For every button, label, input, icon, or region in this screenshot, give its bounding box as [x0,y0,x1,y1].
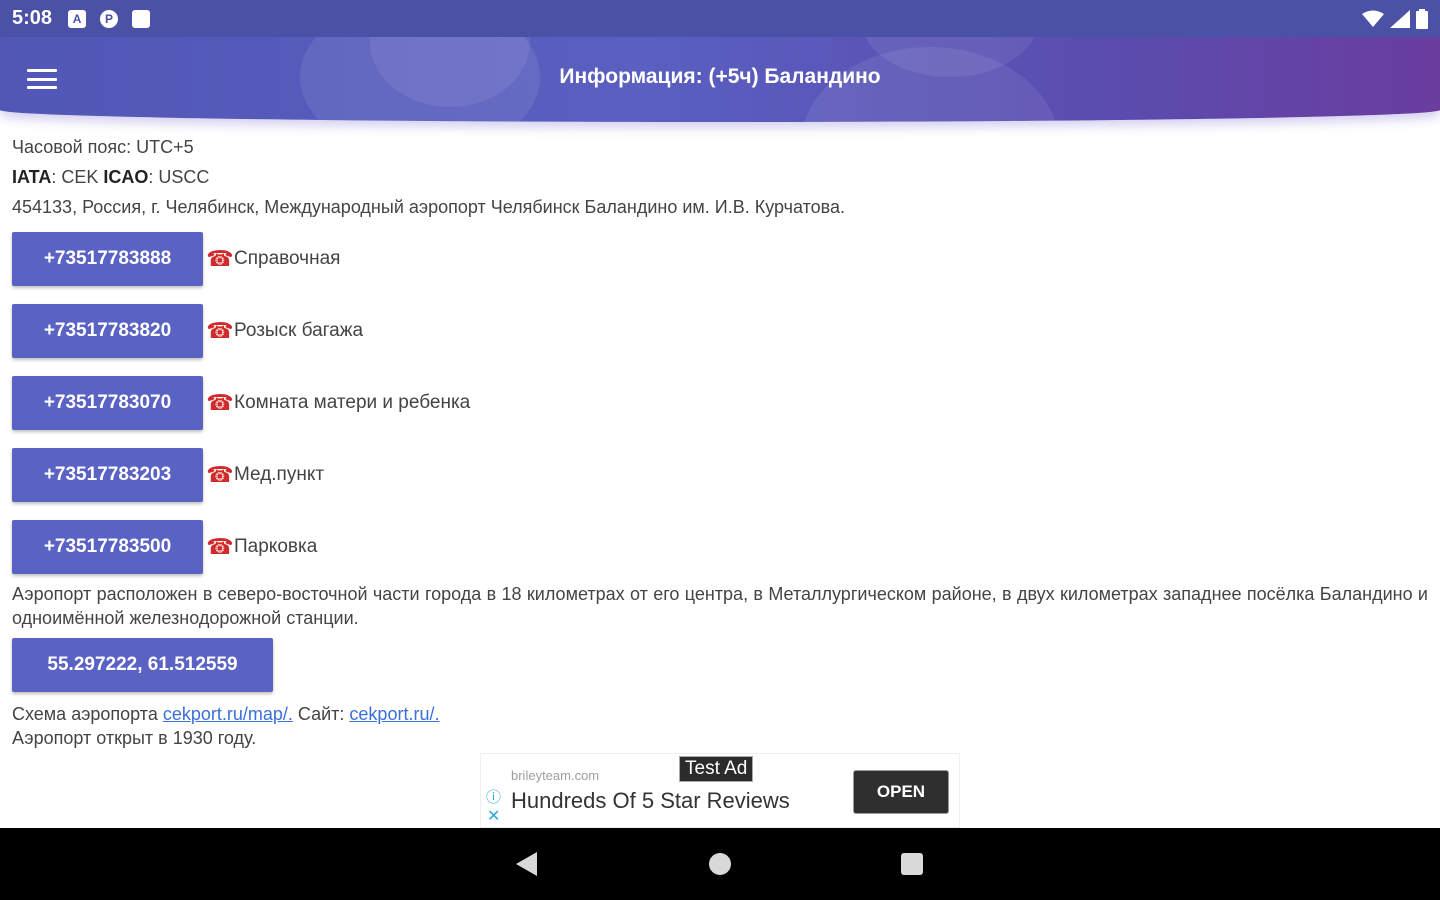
site-prefix: Сайт: [292,704,350,724]
ad-info-icon[interactable]: ⓘ [486,786,501,807]
ad-headline: Hundreds Of 5 Star Reviews [511,788,790,813]
phone-button-mother-child[interactable]: +73517783070 [12,376,203,430]
page-title: Информация: (+5ч) Баландино [559,65,881,88]
phone-button-medical[interactable]: +73517783203 [12,448,203,502]
icao-label: ICAO [103,167,149,187]
iata-label: IATA [12,167,52,187]
ad-domain: brileyteam.com [511,768,600,783]
telephone-icon: ☎ [206,246,234,271]
iata-value: : CEK [51,167,104,187]
test-ad-badge: Test Ad [679,756,754,782]
site-link[interactable]: cekport.ru/. [349,704,439,724]
telephone-icon: ☎ [206,534,234,559]
home-icon[interactable] [709,853,731,875]
sd-card-icon [132,9,151,28]
telephone-icon: ☎ [206,390,234,415]
ad-open-button[interactable]: OPEN [853,770,949,814]
ad-close-icon[interactable]: ✕ [487,806,500,826]
airport-info: Часовой пояс: UTC+5 IATA: CEK ICAO: USCC… [12,132,1428,750]
ad-banner[interactable]: brileyteam.com Test Ad ⓘ ✕ Hundreds Of 5… [480,753,960,828]
scheme-prefix: Схема аэропорта [12,704,163,724]
phone-button-baggage[interactable]: +73517783820 [12,304,203,358]
telephone-icon: ☎ [206,318,234,343]
telephone-icon: ☎ [206,462,234,487]
phone-label: Парковка [234,536,318,557]
notification-a-icon: A [68,9,87,28]
notification-p-icon: P [100,9,119,28]
battery-icon [1416,8,1428,29]
phone-button-info[interactable]: +73517783888 [12,232,203,286]
status-right-icons [1362,8,1428,29]
links-block: Схема аэропорта cekport.ru/map/. Сайт: c… [12,702,1428,750]
icao-value: : USCC [148,167,210,187]
app-bar: Информация: (+5ч) Баландино [0,37,1440,122]
airport-description: Аэропорт расположен в северо-восточной ч… [12,584,1428,628]
status-bar: 5:08 A P [0,0,1440,37]
recent-apps-icon[interactable] [901,853,923,875]
phone-row: +73517783070 ☎ Комната матери и ребенка [12,376,1428,430]
phone-row: +73517783500 ☎ Парковка [12,520,1428,574]
phone-label: Справочная [234,248,341,269]
phone-button-parking[interactable]: +73517783500 [12,520,203,574]
wifi-icon [1362,10,1384,27]
navigation-bar [0,828,1440,900]
opened-text: Аэропорт открыт в 1930 году. [12,728,257,748]
address-text: 454133, Россия, г. Челябинск, Международ… [12,197,846,217]
phone-row: +73517783820 ☎ Розыск багажа [12,304,1428,358]
signal-icon [1390,9,1410,28]
phone-row: +73517783203 ☎ Мед.пункт [12,448,1428,502]
scheme-link[interactable]: cekport.ru/map/. [163,704,293,724]
coordinates-button[interactable]: 55.297222, 61.512559 [12,638,273,692]
codes-text: IATA: CEK ICAO: USCC [12,162,1428,192]
phone-row: +73517783888 ☎ Справочная [12,232,1428,286]
timezone-text: Часовой пояс: UTC+5 [12,137,194,157]
status-time: 5:08 [12,7,53,29]
phone-label: Комната матери и ребенка [234,392,471,413]
phone-label: Розыск багажа [234,320,364,341]
back-icon[interactable] [516,852,537,876]
phone-label: Мед.пункт [234,464,325,485]
